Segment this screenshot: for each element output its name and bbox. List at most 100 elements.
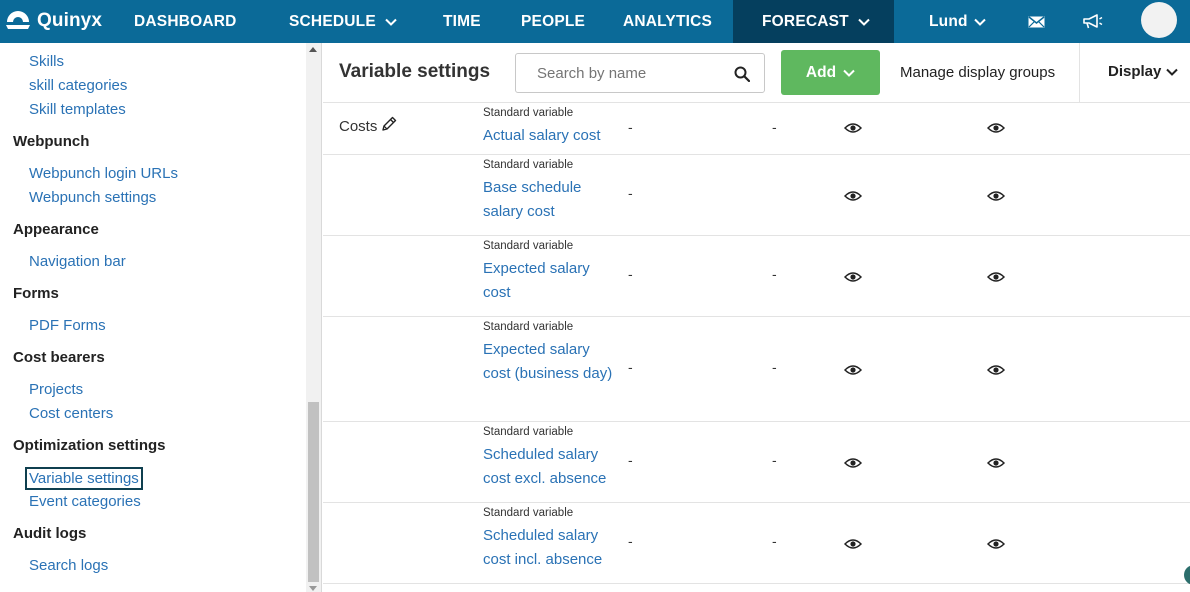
- eye-icon[interactable]: [986, 456, 1006, 468]
- sidebar-item-search-logs[interactable]: Search logs: [29, 556, 108, 576]
- search-icon[interactable]: [734, 66, 751, 87]
- sidebar-item-skill-categories[interactable]: skill categories: [29, 76, 127, 96]
- sidebar-item-pdf-forms[interactable]: PDF Forms: [29, 316, 106, 336]
- eye-icon[interactable]: [986, 189, 1006, 201]
- value-cell: -: [772, 533, 777, 549]
- page-toolbar: Variable settings Add Manage display gro…: [323, 43, 1190, 103]
- nav-analytics-label: ANALYTICS: [623, 12, 713, 30]
- eye-icon[interactable]: [986, 270, 1006, 282]
- nav-people-label: PEOPLE: [521, 12, 586, 30]
- sidebar-item-cost-centers[interactable]: Cost centers: [29, 404, 113, 424]
- toolbar-divider: [1079, 43, 1080, 103]
- sidebar-heading-audit-logs: Audit logs: [13, 525, 87, 542]
- quinyx-logo[interactable]: Quinyx: [4, 8, 102, 34]
- chevron-down-icon: [858, 13, 870, 31]
- eye-icon[interactable]: [843, 456, 863, 468]
- chevron-down-icon: [843, 64, 855, 82]
- location-label: Lund: [929, 12, 968, 30]
- variable-type: Standard variable: [483, 321, 574, 333]
- scroll-down-arrow-icon[interactable]: [309, 586, 317, 591]
- top-navigation-bar: Quinyx DASHBOARD SCHEDULE TIME PEOPLE AN…: [0, 0, 1190, 43]
- variable-type: Standard variable: [483, 159, 574, 171]
- quinyx-logo-icon: [6, 11, 30, 29]
- nav-analytics[interactable]: ANALYTICS: [623, 0, 712, 43]
- value-cell: -: [628, 533, 633, 549]
- eye-icon[interactable]: [986, 121, 1006, 133]
- eye-icon[interactable]: [986, 537, 1006, 549]
- nav-time[interactable]: TIME: [443, 0, 481, 43]
- variable-name-link[interactable]: Scheduled salary cost excl. absence: [483, 443, 619, 491]
- display-dropdown[interactable]: Display: [1108, 63, 1179, 80]
- value-cell: -: [772, 359, 777, 375]
- mail-icon[interactable]: [1025, 0, 1047, 43]
- nav-time-label: TIME: [443, 12, 481, 30]
- scroll-up-arrow-icon[interactable]: [309, 47, 317, 52]
- chevron-down-icon: [973, 13, 986, 31]
- variable-name-link[interactable]: Base schedule salary cost: [483, 176, 619, 224]
- sidebar-item-event-categories[interactable]: Event categories: [29, 492, 141, 512]
- value-cell: -: [628, 359, 633, 375]
- sidebar-item-projects[interactable]: Projects: [29, 380, 83, 400]
- variable-type: Standard variable: [483, 107, 574, 119]
- eye-icon[interactable]: [843, 270, 863, 282]
- variable-name-link[interactable]: Scheduled salary cost incl. absence: [483, 524, 619, 572]
- value-cell: -: [772, 266, 777, 282]
- sidebar-item-skills[interactable]: Skills: [29, 52, 64, 72]
- table-row: Standard variable Scheduled salary cost …: [323, 503, 1190, 584]
- location-switcher[interactable]: Lund: [929, 0, 986, 43]
- sidebar-item-webpunch-settings[interactable]: Webpunch settings: [29, 188, 156, 208]
- group-name: Costs: [339, 117, 378, 135]
- sidebar-heading-optimization-settings: Optimization settings: [13, 437, 166, 454]
- value-cell: -: [628, 119, 633, 135]
- table-row: Standard variable Expected salary cost -…: [323, 236, 1190, 317]
- sidebar-heading-forms: Forms: [13, 285, 59, 302]
- eye-icon[interactable]: [843, 537, 863, 549]
- table-row: Standard variable Expected salary cost (…: [323, 317, 1190, 422]
- sidebar-item-variable-settings[interactable]: Variable settings: [25, 467, 143, 490]
- value-cell: -: [628, 452, 633, 468]
- nav-forecast-label: FORECAST: [762, 12, 849, 30]
- value-cell: -: [628, 266, 633, 282]
- sidebar-scrollbar[interactable]: [306, 43, 321, 592]
- sidebar-item-webpunch-login-urls[interactable]: Webpunch login URLs: [29, 164, 178, 184]
- user-avatar[interactable]: [1141, 2, 1177, 38]
- nav-dashboard-label: DASHBOARD: [134, 12, 237, 30]
- value-cell: -: [772, 119, 777, 135]
- search-input[interactable]: [516, 54, 726, 92]
- variable-name-link[interactable]: Expected salary cost: [483, 257, 619, 305]
- table-row: Standard variable Scheduled salary cost …: [323, 422, 1190, 503]
- display-label: Display: [1108, 63, 1162, 80]
- main-content: Variable settings Add Manage display gro…: [323, 43, 1190, 592]
- eye-icon[interactable]: [843, 189, 863, 201]
- page-title: Variable settings: [339, 61, 491, 82]
- variable-name-link[interactable]: Expected salary cost (business day): [483, 338, 619, 386]
- sidebar-heading-appearance: Appearance: [13, 221, 99, 238]
- eye-icon[interactable]: [986, 363, 1006, 375]
- nav-forecast[interactable]: FORECAST: [733, 0, 894, 43]
- megaphone-icon[interactable]: [1080, 0, 1104, 43]
- variable-type: Standard variable: [483, 240, 574, 252]
- scrollbar-thumb[interactable]: [308, 402, 319, 582]
- variable-type: Standard variable: [483, 426, 574, 438]
- nav-schedule[interactable]: SCHEDULE: [289, 0, 397, 43]
- add-button-label: Add: [805, 63, 837, 81]
- sidebar-item-skill-templates[interactable]: Skill templates: [29, 100, 126, 120]
- search-box[interactable]: [515, 53, 765, 93]
- eye-icon[interactable]: [843, 363, 863, 375]
- settings-sidebar: Skills skill categories Skill templates …: [0, 43, 322, 592]
- sidebar-heading-cost-bearers: Cost bearers: [13, 349, 105, 366]
- pencil-icon[interactable]: [381, 116, 397, 136]
- sidebar-heading-webpunch: Webpunch: [13, 133, 90, 150]
- table-row: Standard variable Base schedule salary c…: [323, 155, 1190, 236]
- nav-people[interactable]: PEOPLE: [521, 0, 585, 43]
- value-cell: -: [772, 452, 777, 468]
- variable-type: Standard variable: [483, 507, 574, 519]
- nav-dashboard[interactable]: DASHBOARD: [134, 0, 237, 43]
- add-button[interactable]: Add: [781, 50, 880, 95]
- group-label: Costs: [339, 116, 397, 136]
- value-cell: -: [628, 185, 633, 201]
- manage-display-groups-button[interactable]: Manage display groups: [900, 64, 1055, 81]
- variable-name-link[interactable]: Actual salary cost: [483, 124, 619, 148]
- eye-icon[interactable]: [843, 121, 863, 133]
- sidebar-item-navigation-bar[interactable]: Navigation bar: [29, 252, 126, 272]
